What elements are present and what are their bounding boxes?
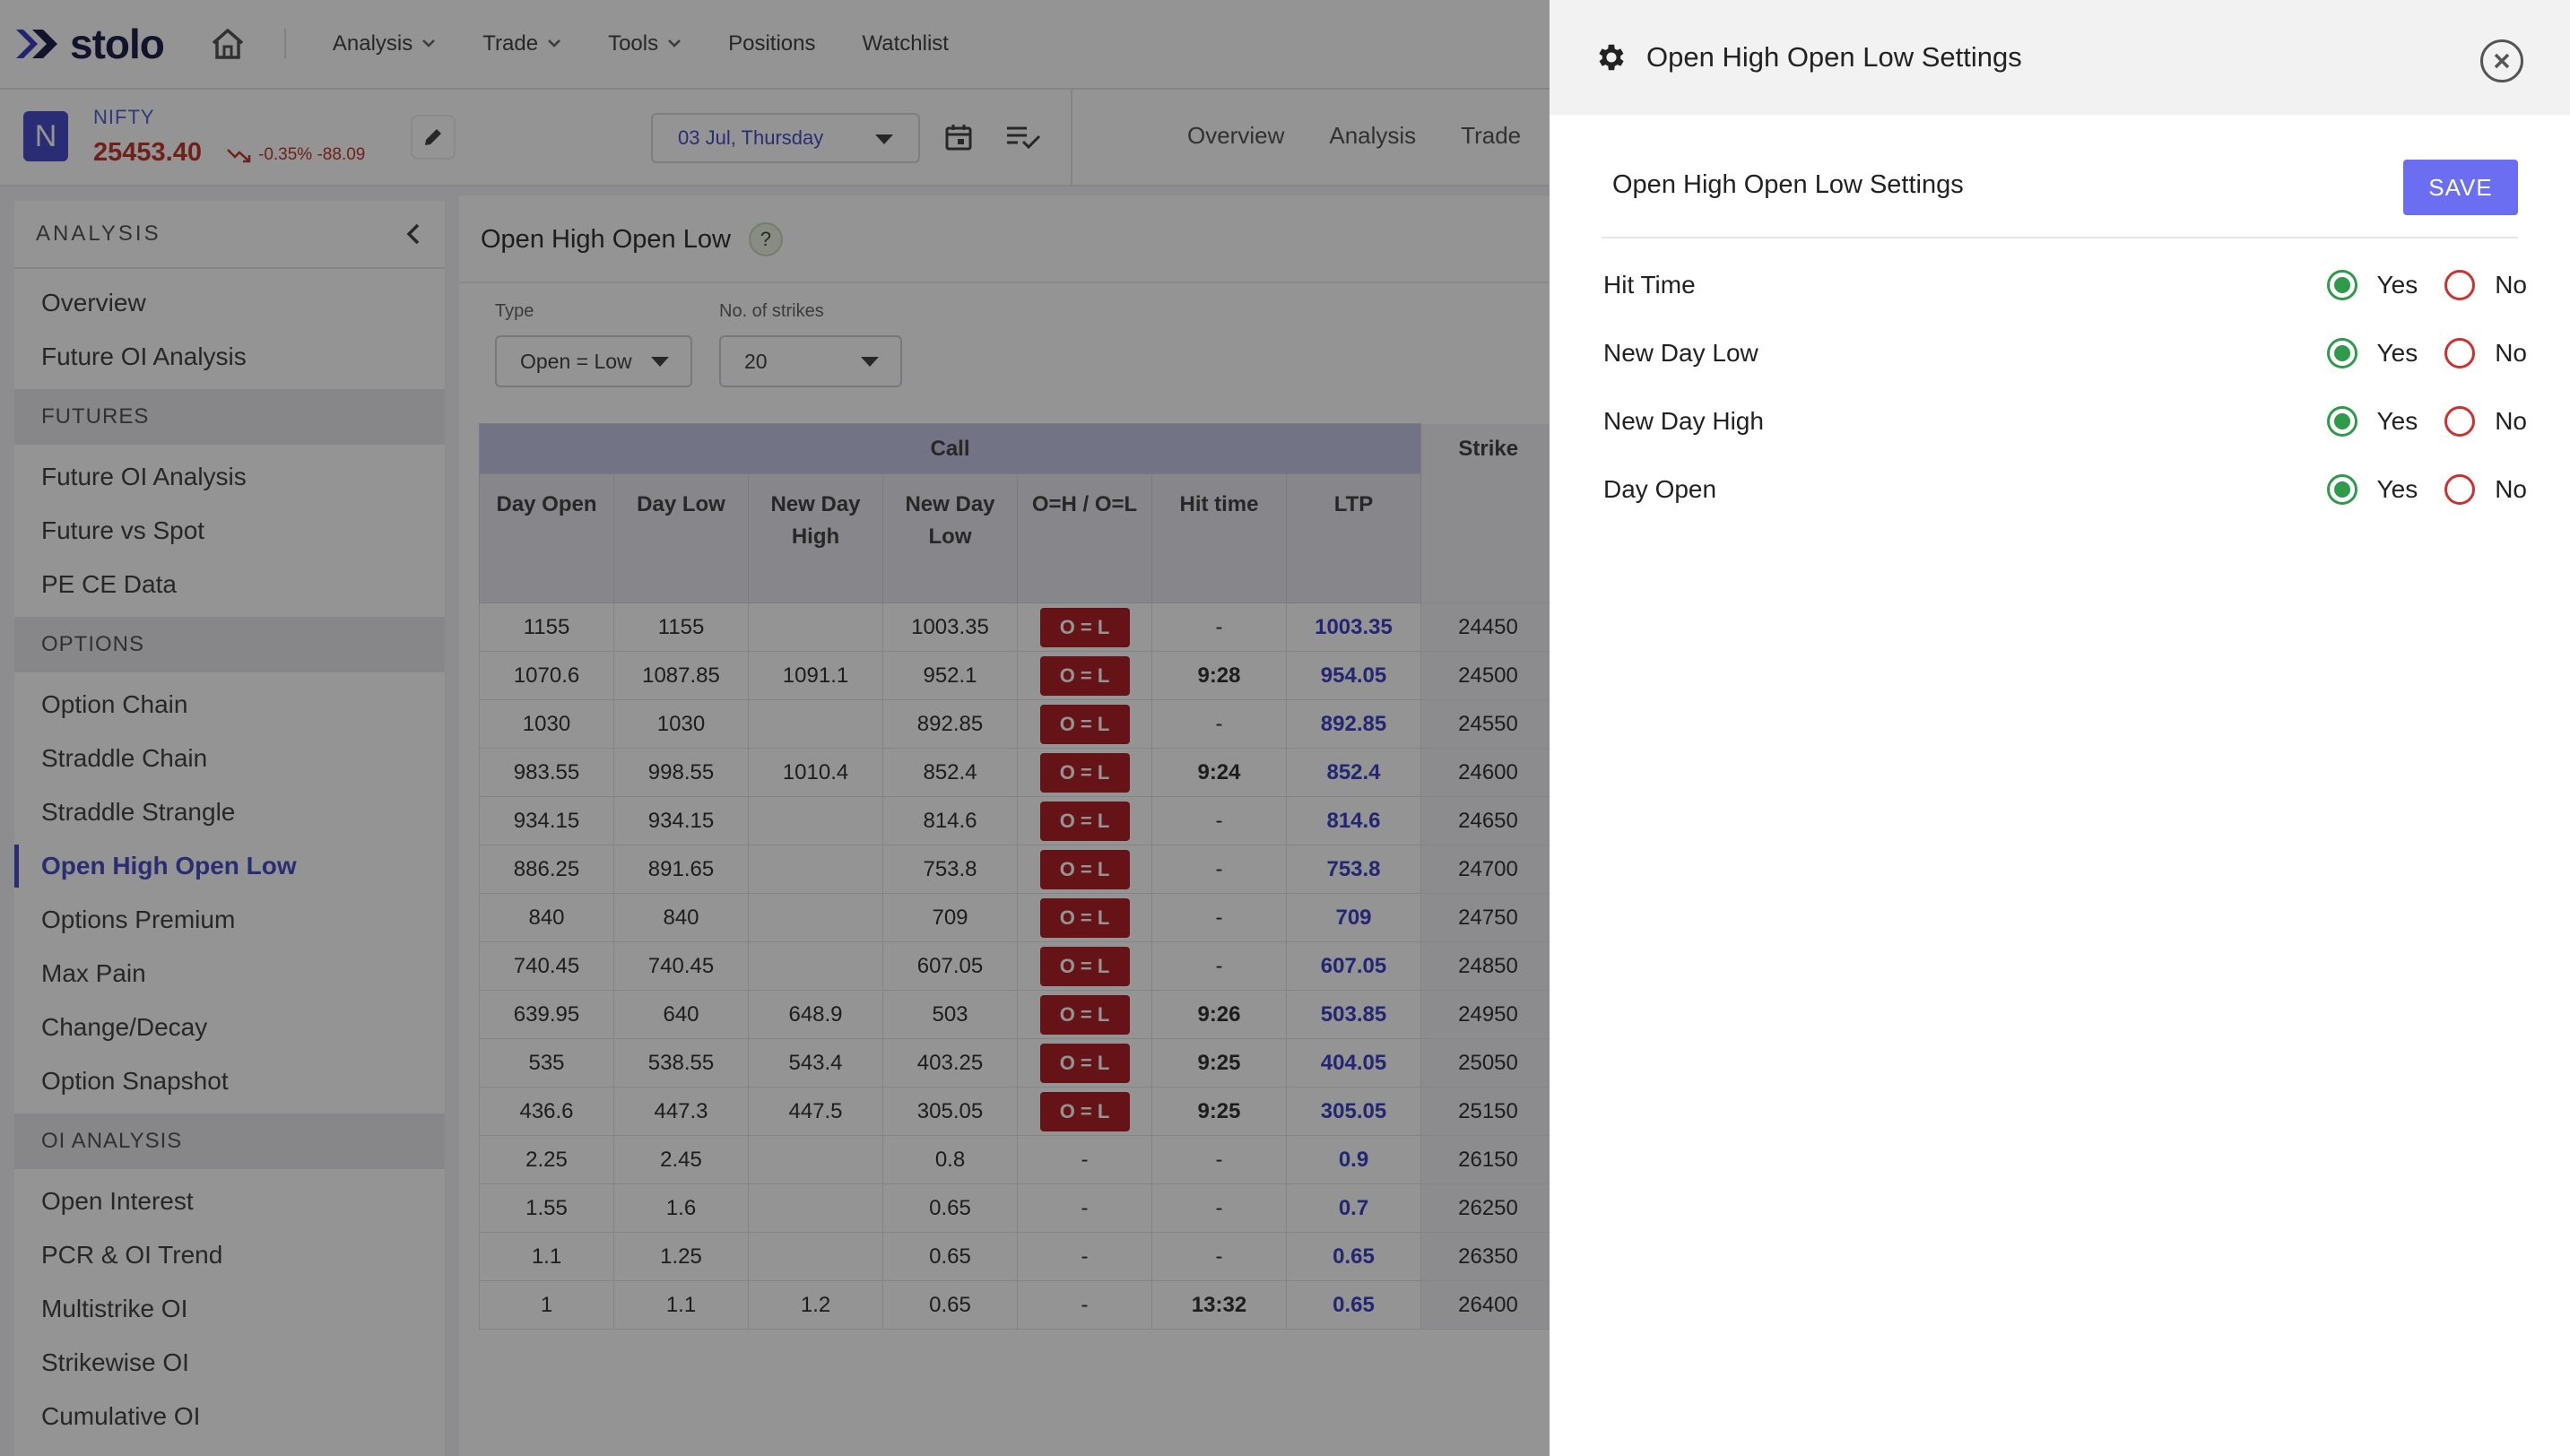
radio-unchecked-icon <box>2444 474 2476 505</box>
radio-yes-new-day-low[interactable]: Yes <box>2326 338 2418 368</box>
radio-label: Yes <box>2376 271 2418 299</box>
settings-drawer: Open High Open Low Settings Open High Op… <box>1550 0 2570 1456</box>
modal-backdrop[interactable] <box>0 0 1550 1456</box>
radio-no-hit-time[interactable]: No <box>2444 270 2527 300</box>
radio-label: No <box>2495 339 2527 367</box>
drawer-header: Open High Open Low Settings <box>1550 0 2570 115</box>
setting-label: New Day High <box>1603 407 1764 435</box>
setting-row-new-day-high: New Day High Yes No <box>1603 394 2527 448</box>
radio-group: Yes No <box>2300 474 2527 505</box>
radio-checked-icon <box>2326 270 2357 300</box>
radio-checked-icon <box>2326 406 2357 437</box>
setting-row-hit-time: Hit Time Yes No <box>1603 258 2527 312</box>
radio-yes-hit-time[interactable]: Yes <box>2326 270 2418 300</box>
radio-group: Yes No <box>2300 338 2527 368</box>
settings-section-title: Open High Open Low Settings <box>1612 170 1964 199</box>
radio-label: Yes <box>2376 475 2418 503</box>
save-button[interactable]: SAVE <box>2403 160 2518 215</box>
radio-checked-icon <box>2326 474 2357 505</box>
radio-no-new-day-low[interactable]: No <box>2444 338 2527 368</box>
close-icon <box>2494 53 2510 69</box>
radio-label: Yes <box>2376 407 2418 435</box>
drawer-title: Open High Open Low Settings <box>1646 41 2022 73</box>
setting-label: Hit Time <box>1603 271 1696 299</box>
radio-no-new-day-high[interactable]: No <box>2444 406 2527 437</box>
setting-row-new-day-low: New Day Low Yes No <box>1603 326 2527 380</box>
radio-checked-icon <box>2326 338 2357 368</box>
radio-yes-day-open[interactable]: Yes <box>2326 474 2418 505</box>
settings-divider <box>1602 237 2518 238</box>
radio-unchecked-icon <box>2444 338 2476 368</box>
setting-label: Day Open <box>1603 475 1717 503</box>
radio-label: No <box>2495 475 2527 503</box>
radio-label: No <box>2495 407 2527 435</box>
radio-label: Yes <box>2376 339 2418 367</box>
radio-group: Yes No <box>2300 406 2527 437</box>
radio-yes-new-day-high[interactable]: Yes <box>2326 406 2418 437</box>
gear-icon <box>1599 44 1624 71</box>
close-drawer-button[interactable] <box>2480 39 2523 82</box>
setting-label: New Day Low <box>1603 339 1758 367</box>
radio-unchecked-icon <box>2444 270 2476 300</box>
radio-label: No <box>2495 271 2527 299</box>
setting-row-day-open: Day Open Yes No <box>1603 463 2527 516</box>
radio-no-day-open[interactable]: No <box>2444 474 2527 505</box>
radio-group: Yes No <box>2300 270 2527 300</box>
radio-unchecked-icon <box>2444 406 2476 437</box>
